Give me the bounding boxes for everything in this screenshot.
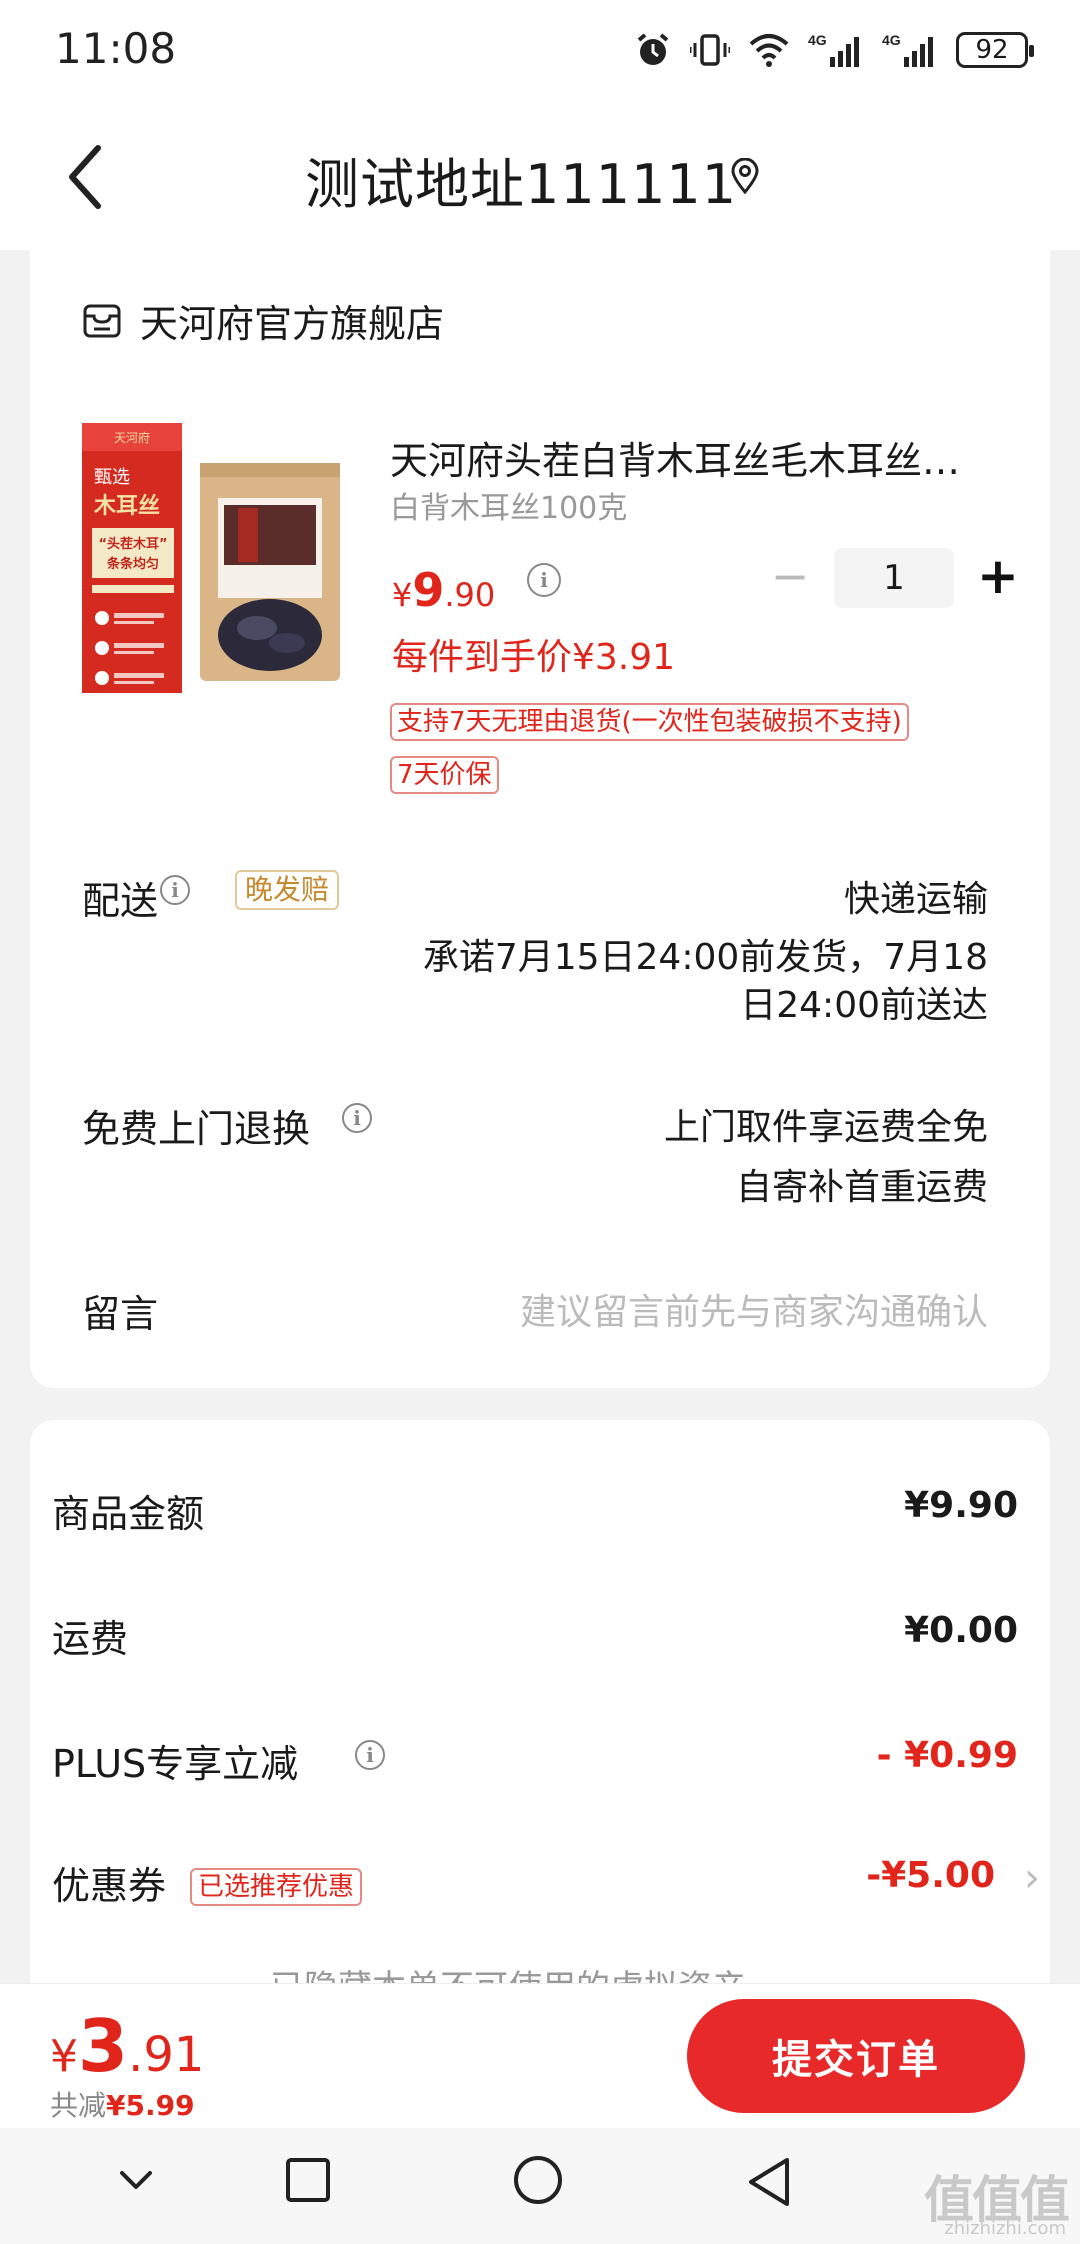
status-icons: 4G 4G 92 — [634, 28, 1034, 72]
quantity-stepper: − 1 + — [760, 548, 1028, 608]
plus-discount-value: - ¥0.99 — [876, 1735, 1018, 1776]
home-icon[interactable] — [512, 2156, 564, 2208]
status-bar: 11:08 4G 4G 92 — [0, 0, 1080, 100]
quantity-input[interactable]: 1 — [834, 548, 954, 608]
alarm-icon — [637, 33, 669, 65]
checkout-bar: ¥3.91 共减¥5.99 提交订单 — [0, 1983, 1080, 2128]
vibrate-icon — [690, 34, 730, 66]
price-currency: ¥ — [392, 576, 413, 614]
message-label: 留言 — [82, 1292, 159, 1336]
coupon-label[interactable]: 优惠券 — [52, 1855, 166, 1910]
delivery-info-icon[interactable]: i — [160, 875, 190, 905]
shipping-label: 运费 — [52, 1617, 129, 1661]
image-quote-text: “头茬木耳” — [98, 536, 167, 552]
price-integer: 9 — [412, 563, 445, 617]
product-price: ¥9.90 — [392, 563, 495, 617]
total-price: ¥3.91 — [50, 2004, 204, 2088]
svg-text:4G: 4G — [882, 32, 901, 48]
message-input[interactable]: 建议留言前先与商家沟通确认 — [520, 1283, 988, 1335]
collapse-chevron-down-icon[interactable] — [112, 2156, 160, 2204]
image-brand-text: 天河府 — [114, 430, 150, 445]
chevron-right-icon[interactable]: › — [1024, 1855, 1040, 1901]
shipping-value: ¥0.00 — [904, 1610, 1018, 1651]
shop-name: 天河府官方旗舰店 — [140, 302, 445, 346]
delivery-method[interactable]: 快递运输 — [844, 870, 988, 922]
return-service-line1: 上门取件享运费全免 — [663, 1107, 988, 1148]
delivery-promise-line2: 日24:00前送达 — [740, 985, 988, 1026]
wifi-icon — [749, 34, 789, 67]
address-title[interactable]: 测试地址111111 — [305, 140, 737, 219]
return-service-info-icon[interactable]: i — [342, 1103, 372, 1133]
plus-discount-label: PLUS专享立减 — [52, 1742, 299, 1786]
back-triangle-icon[interactable] — [745, 2156, 793, 2208]
total-discount[interactable]: 共减¥5.99 — [50, 2084, 195, 2124]
coupon-value[interactable]: -¥5.00 — [866, 1855, 995, 1896]
total-discount-amount: ¥5.99 — [106, 2089, 195, 2122]
total-currency: ¥ — [50, 2031, 78, 2082]
signal-4g-icon: 4G — [882, 32, 933, 67]
status-time: 11:08 — [55, 24, 177, 73]
price-protect-tag: 7天价保 — [390, 756, 499, 794]
price-info-icon[interactable]: i — [527, 563, 561, 597]
total-integer: 3 — [78, 2004, 129, 2088]
signal-4g-icon: 4G — [808, 32, 859, 67]
return-service-label: 免费上门退换 — [82, 1107, 311, 1151]
recent-apps-icon[interactable] — [284, 2156, 332, 2204]
submit-order-button[interactable]: 提交订单 — [687, 1999, 1025, 2113]
goods-amount-value: ¥9.90 — [904, 1485, 1018, 1526]
delivery-promise-line1: 承诺7月15日24:00前发货，7月18 — [422, 937, 988, 978]
increase-button[interactable]: + — [968, 548, 1028, 608]
decrease-button[interactable]: − — [760, 548, 820, 608]
header: 测试地址111111 — [0, 100, 1080, 250]
product-spec[interactable]: 白背木耳丝100克 — [390, 483, 627, 527]
total-decimal: .91 — [128, 2027, 205, 2083]
image-top-text: 甄选 — [94, 467, 130, 488]
total-discount-label: 共减 — [50, 2089, 107, 2122]
shop-row[interactable]: 天河府官方旗舰店 — [82, 293, 444, 348]
goods-amount-label: 商品金额 — [52, 1492, 205, 1536]
image-sub-text: 条条均匀 — [107, 556, 159, 572]
coupon-selected-badge: 已选推荐优惠 — [190, 1868, 363, 1906]
svg-text:4G: 4G — [808, 32, 827, 48]
watermark-domain: zhizhizhi.com — [944, 2218, 1066, 2239]
return-policy-tag: 支持7天无理由退货(一次性包装破损不支持) — [390, 703, 909, 741]
image-name-text: 木耳丝 — [93, 493, 160, 519]
system-navigation-bar — [0, 2128, 1080, 2244]
back-icon[interactable] — [58, 142, 118, 212]
shop-icon — [83, 304, 121, 337]
product-image[interactable]: 天河府 甄选 木耳丝 “头茬木耳” 条条均匀 — [82, 423, 352, 698]
price-decimal: .90 — [444, 576, 496, 614]
product-title[interactable]: 天河府头茬白背木耳丝毛木耳丝… — [390, 430, 990, 485]
final-unit-price: 每件到手价¥3.91 — [392, 637, 676, 678]
delivery-label: 配送 — [82, 879, 159, 923]
location-pin-icon[interactable] — [730, 158, 760, 194]
battery-icon: 92 — [956, 32, 1034, 68]
plus-info-icon[interactable]: i — [355, 1740, 385, 1770]
order-item-card: 天河府官方旗舰店 天河府 甄选 木耳丝 “头茬木耳” 条条均匀 天河府头茬白背木… — [30, 248, 1050, 1388]
return-service-line2: 自寄补首重运费 — [735, 1167, 988, 1208]
late-compensation-badge: 晚发赔 — [235, 870, 340, 910]
